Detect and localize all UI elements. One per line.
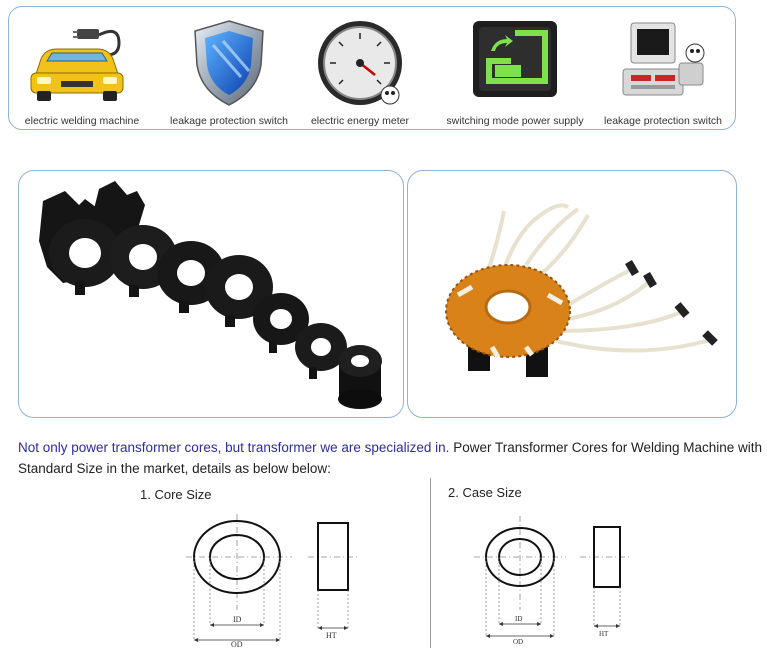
core-size-diagram: ID OD HT bbox=[186, 514, 358, 649]
applications-panel: electric welding machine leakage protect… bbox=[8, 6, 736, 130]
cores-image bbox=[39, 181, 382, 409]
transformer-photo bbox=[407, 170, 737, 418]
intro-paragraph: Not only power transformer cores, but tr… bbox=[18, 437, 763, 479]
core-size-title: 1. Core Size bbox=[140, 487, 212, 502]
application-item: electric energy meter bbox=[311, 15, 409, 127]
core-ht-label: HT bbox=[326, 631, 337, 640]
computer-switch-icon bbox=[622, 22, 705, 96]
intro-highlight: Not only power transformer cores, but tr… bbox=[18, 440, 450, 455]
application-label: switching mode power supply bbox=[446, 115, 584, 127]
power-supply-icon bbox=[473, 21, 557, 97]
application-label: leakage protection switch bbox=[604, 115, 722, 127]
core-od-label: OD bbox=[231, 640, 243, 649]
core-id-label: ID bbox=[233, 615, 242, 624]
case-ht-label: HT bbox=[599, 630, 609, 638]
core-products-photo bbox=[18, 170, 404, 418]
core-side-profile bbox=[317, 522, 349, 591]
application-item: leakage protection switch bbox=[170, 15, 288, 127]
application-item: electric welding machine bbox=[25, 15, 139, 127]
case-od-label: OD bbox=[513, 638, 523, 646]
application-item: leakage protection switch bbox=[604, 15, 722, 127]
case-id-label: ID bbox=[515, 615, 522, 623]
shield-icon bbox=[194, 20, 264, 106]
application-label: electric energy meter bbox=[310, 115, 410, 127]
case-size-title: 2. Case Size bbox=[448, 485, 522, 500]
transformer-image bbox=[445, 203, 718, 377]
application-item: switching mode power supply bbox=[446, 15, 584, 127]
application-label: leakage protection switch bbox=[170, 115, 288, 127]
car-plug-icon bbox=[30, 29, 124, 101]
case-size-diagram: ID OD HT bbox=[474, 516, 630, 646]
section-divider bbox=[430, 478, 431, 648]
meter-gauge-icon bbox=[318, 21, 402, 105]
application-label: electric welding machine bbox=[24, 115, 140, 127]
